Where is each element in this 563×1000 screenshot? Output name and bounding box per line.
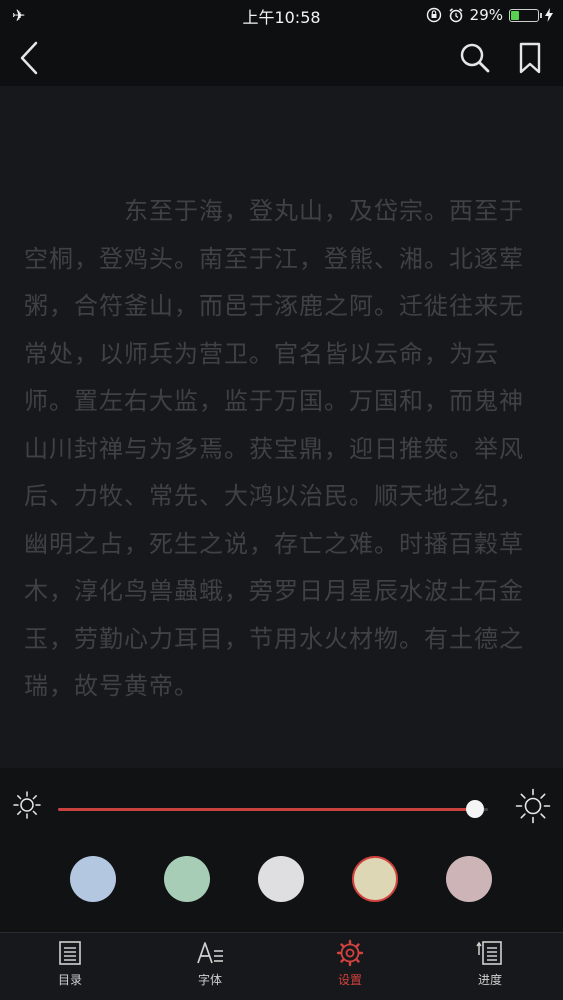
book-text: 东至于海，登丸山，及岱宗。西至于空桐，登鸡头。南至于江，登熊、湘。北逐荤粥，合符… [24,197,524,700]
rotation-lock-icon [426,7,441,23]
search-button[interactable] [457,40,493,76]
settings-gear-icon [336,939,364,967]
tab-progress-label: 进度 [477,973,502,987]
theme-swatch-cream[interactable] [352,856,398,902]
brightness-slider[interactable] [58,800,488,818]
theme-swatch-blue[interactable] [70,856,116,902]
nav-bar [0,30,563,86]
table-of-contents-icon [59,941,81,965]
sun-small-icon [13,791,41,819]
progress-icon [476,941,502,965]
theme-swatch-white[interactable] [258,856,304,902]
theme-swatch-pink[interactable] [446,856,492,902]
status-right: 29% [426,4,553,26]
chevron-left-icon [20,41,38,75]
tab-font[interactable]: 字体 [170,939,250,995]
tab-font-label: 字体 [197,973,222,987]
brightness-slider-fill [58,808,476,811]
charging-icon [545,8,553,22]
brightness-slider-thumb[interactable] [466,800,485,818]
status-bar: ✈ 上午10:58 29% [0,0,563,30]
alarm-icon [449,8,463,23]
tab-settings-label: 设置 [337,973,362,987]
tab-settings[interactable]: 设置 [310,939,390,995]
bottom-tab-bar: 目录 字体 设置 进度 [0,932,563,1000]
reading-area[interactable]: 东至于海，登丸山，及岱宗。西至于空桐，登鸡头。南至于江，登熊、湘。北逐荤粥，合符… [0,86,563,768]
reader-app: ✈ 上午10:58 29% 东至于海，登丸山，及岱宗。西至于空桐，登鸡头。南至于… [0,0,563,1000]
bookmark-icon [519,42,541,74]
font-icon [197,942,223,964]
battery-fill [511,10,520,20]
bookmark-button[interactable] [515,40,545,76]
brightness-panel [0,768,563,850]
battery-percent: 29% [469,6,503,24]
back-button[interactable] [14,40,44,76]
tab-contents-label: 目录 [57,973,82,987]
search-icon [460,43,490,73]
tab-contents[interactable]: 目录 [30,939,110,995]
tab-progress[interactable]: 进度 [450,939,530,995]
theme-color-picker [0,850,563,932]
battery-icon [509,8,542,22]
theme-swatch-green[interactable] [164,856,210,902]
sun-large-icon [515,788,551,824]
